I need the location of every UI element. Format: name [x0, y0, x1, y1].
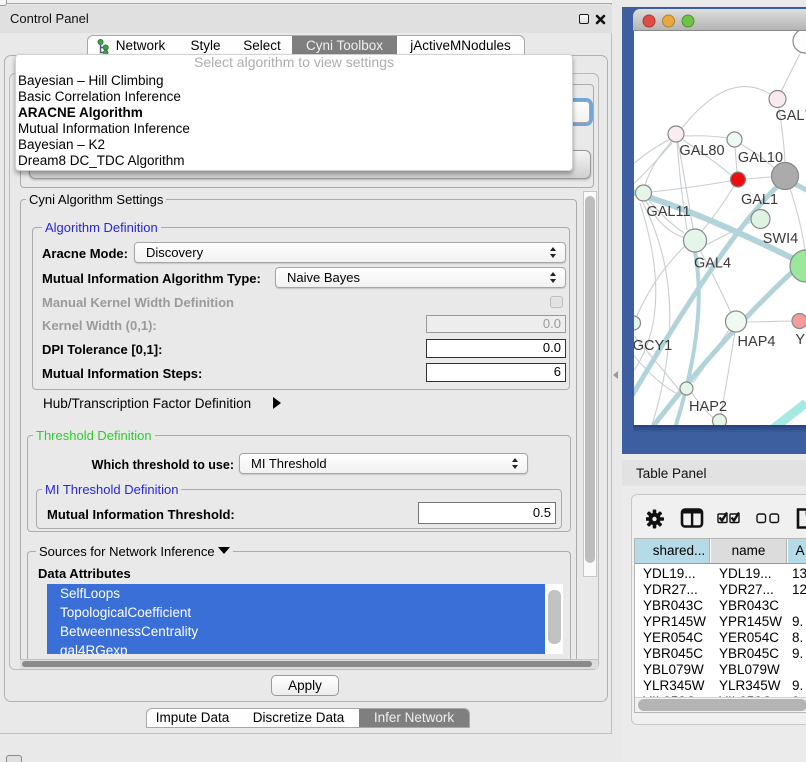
svg-text:GAL10: GAL10	[738, 150, 783, 166]
svg-text:YE: YE	[795, 332, 806, 348]
svg-text:HAP4: HAP4	[738, 334, 776, 350]
svg-text:GAL80: GAL80	[679, 143, 724, 159]
svg-text:GCY1: GCY1	[634, 338, 672, 354]
svg-text:GAL4: GAL4	[694, 256, 731, 272]
svg-text:GAL11: GAL11	[646, 204, 690, 220]
svg-text:GAL7: GAL7	[775, 108, 806, 124]
svg-text:SWI4: SWI4	[763, 231, 798, 247]
svg-text:GAL1: GAL1	[741, 192, 778, 208]
svg-text:HAP2: HAP2	[689, 399, 727, 415]
